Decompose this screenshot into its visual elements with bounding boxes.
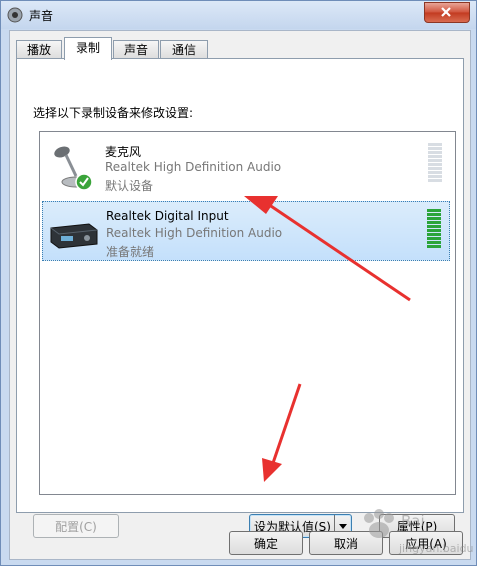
level-meter <box>427 209 441 249</box>
device-description: Realtek High Definition Audio <box>106 226 283 240</box>
tab-label: 通信 <box>171 43 196 57</box>
device-item-digital-input[interactable]: Realtek Digital Input Realtek High Defin… <box>42 201 450 261</box>
tab-sounds[interactable]: 声音 <box>113 40 159 59</box>
device-name: Realtek Digital Input <box>106 209 229 223</box>
tab-recording[interactable]: 录制 <box>64 37 112 60</box>
title-bar[interactable]: 声音 <box>1 1 476 29</box>
ok-button[interactable]: 确定 <box>229 531 303 555</box>
tab-playback[interactable]: 播放 <box>16 40 62 59</box>
configure-button[interactable]: 配置(C) <box>33 514 119 538</box>
tab-label: 录制 <box>75 41 100 55</box>
svg-text:jingyan.baidu: jingyan.baidu <box>398 542 474 555</box>
device-status: 默认设备 <box>105 179 154 193</box>
sound-dialog-window: 声音 播放 录制 声音 通信 选择以下录制设备来修改设置: 麦克风 Realte… <box>0 0 477 566</box>
recording-tab-panel: 选择以下录制设备来修改设置: 麦克风 Realtek High Definiti… <box>16 58 464 538</box>
close-button[interactable] <box>424 2 470 23</box>
svg-text:Bai: Bai <box>401 512 425 530</box>
level-meter <box>428 143 442 183</box>
tab-label: 播放 <box>26 43 51 57</box>
recording-device-list[interactable]: 麦克风 Realtek High Definition Audio 默认设备 R… <box>39 131 456 495</box>
dialog-client-area: 播放 录制 声音 通信 选择以下录制设备来修改设置: 麦克风 Realtek H… <box>9 30 471 560</box>
instruction-text: 选择以下录制设备来修改设置: <box>33 106 194 120</box>
speaker-app-icon <box>7 7 23 23</box>
device-status: 准备就绪 <box>106 245 155 259</box>
window-title: 声音 <box>29 9 54 23</box>
tab-communications[interactable]: 通信 <box>160 40 208 59</box>
device-name: 麦克风 <box>105 145 142 159</box>
tab-label: 声音 <box>123 43 148 57</box>
device-description: Realtek High Definition Audio <box>105 160 282 174</box>
microphone-default-icon <box>54 146 93 191</box>
close-icon <box>441 7 451 17</box>
baidu-jingyan-watermark: Bai jingyan.baidu <box>364 509 474 555</box>
digital-input-device-icon <box>50 223 98 249</box>
device-item-microphone[interactable]: 麦克风 Realtek High Definition Audio 默认设备 <box>42 136 450 196</box>
